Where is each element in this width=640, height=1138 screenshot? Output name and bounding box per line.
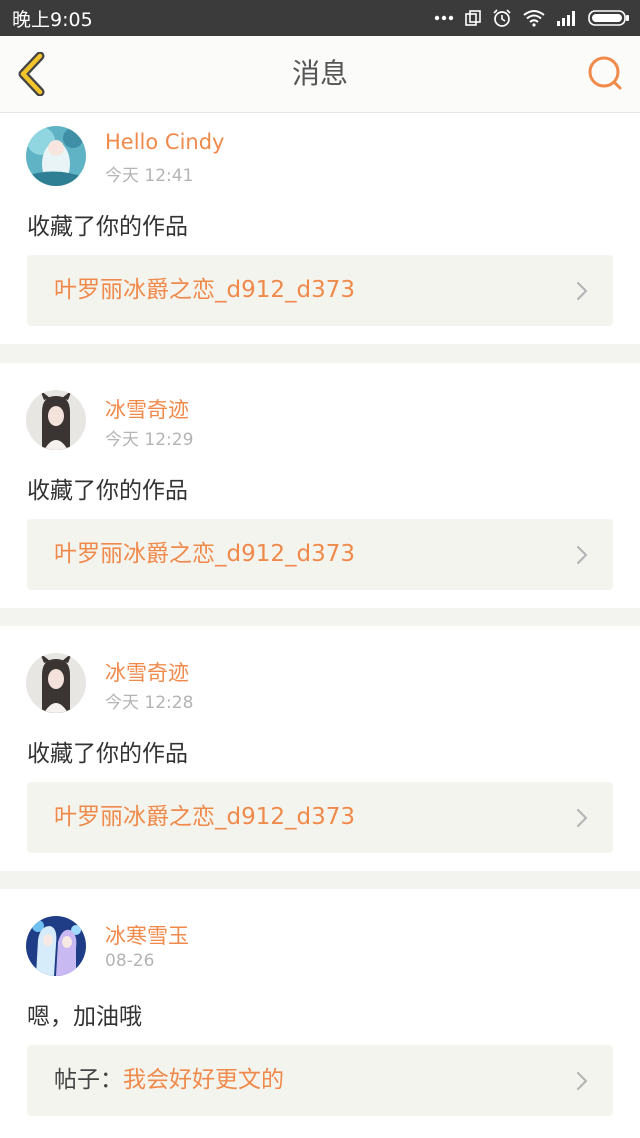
status-time: 晚上9:05 (12, 8, 93, 31)
chevron-right-icon (576, 1071, 588, 1091)
message-text: 收藏了你的作品 (27, 214, 188, 240)
timestamp: 今天 12:28 (105, 693, 194, 713)
username[interactable]: 冰雪奇迹 (105, 657, 189, 687)
linked-post-title: 叶罗丽冰爵之恋_d912_d373 (54, 804, 355, 830)
linked-post-name: 我会好好更文的 (123, 1067, 284, 1093)
avatar[interactable] (26, 916, 86, 976)
wifi-icon (523, 10, 545, 27)
chevron-left-icon (18, 51, 45, 97)
avatar[interactable] (26, 390, 86, 450)
alarm-clock-icon (493, 9, 511, 27)
linked-post-title: 叶罗丽冰爵之恋_d912_d373 (54, 277, 355, 303)
screen-rotation-icon (465, 10, 481, 26)
message-text: 收藏了你的作品 (27, 478, 188, 504)
header-bar: 消息 (0, 36, 640, 113)
message-card: 冰雪奇迹 今天 12:29 收藏了你的作品 叶罗丽冰爵之恋_d912_d373 (0, 363, 640, 608)
message-text: 嗯，加油哦 (27, 1004, 142, 1030)
linked-post-title: 帖子：我会好好更文的 (54, 1045, 284, 1116)
back-button[interactable] (14, 51, 54, 97)
status-bar: 晚上9:05 (0, 0, 640, 36)
page-title: 消息 (291, 57, 348, 90)
username[interactable]: Hello Cindy (105, 130, 224, 154)
linked-post-title: 叶罗丽冰爵之恋_d912_d373 (54, 541, 355, 567)
username[interactable]: 冰寒雪玉 (105, 920, 189, 950)
timestamp: 今天 12:41 (105, 166, 194, 186)
search-icon (588, 56, 622, 90)
chevron-right-icon (576, 545, 588, 565)
status-icons (434, 8, 630, 28)
username[interactable]: 冰雪奇迹 (105, 394, 189, 424)
signal-bars-icon (557, 11, 575, 26)
linked-post-prefix: 帖子： (54, 1067, 123, 1093)
message-text: 收藏了你的作品 (27, 741, 188, 767)
more-dots-icon (434, 15, 454, 21)
battery-icon (588, 10, 629, 26)
linked-post-button[interactable]: 叶罗丽冰爵之恋_d912_d373 (27, 519, 613, 590)
timestamp: 今天 12:29 (105, 430, 194, 450)
message-card: 冰雪奇迹 今天 12:28 收藏了你的作品 叶罗丽冰爵之恋_d912_d373 (0, 626, 640, 871)
chevron-right-icon (576, 281, 588, 301)
linked-post-button[interactable]: 叶罗丽冰爵之恋_d912_d373 (27, 782, 613, 853)
message-card: 冰寒雪玉 08-26 嗯，加油哦 帖子：我会好好更文的 (0, 889, 640, 1138)
message-card: Hello Cindy 今天 12:41 收藏了你的作品 叶罗丽冰爵之恋_d91… (0, 113, 640, 344)
timestamp: 08-26 (105, 951, 155, 971)
linked-post-button[interactable]: 帖子：我会好好更文的 (27, 1045, 613, 1116)
avatar[interactable] (26, 126, 86, 186)
avatar[interactable] (26, 653, 86, 713)
search-button[interactable] (586, 54, 626, 94)
chevron-right-icon (576, 808, 588, 828)
linked-post-button[interactable]: 叶罗丽冰爵之恋_d912_d373 (27, 255, 613, 326)
